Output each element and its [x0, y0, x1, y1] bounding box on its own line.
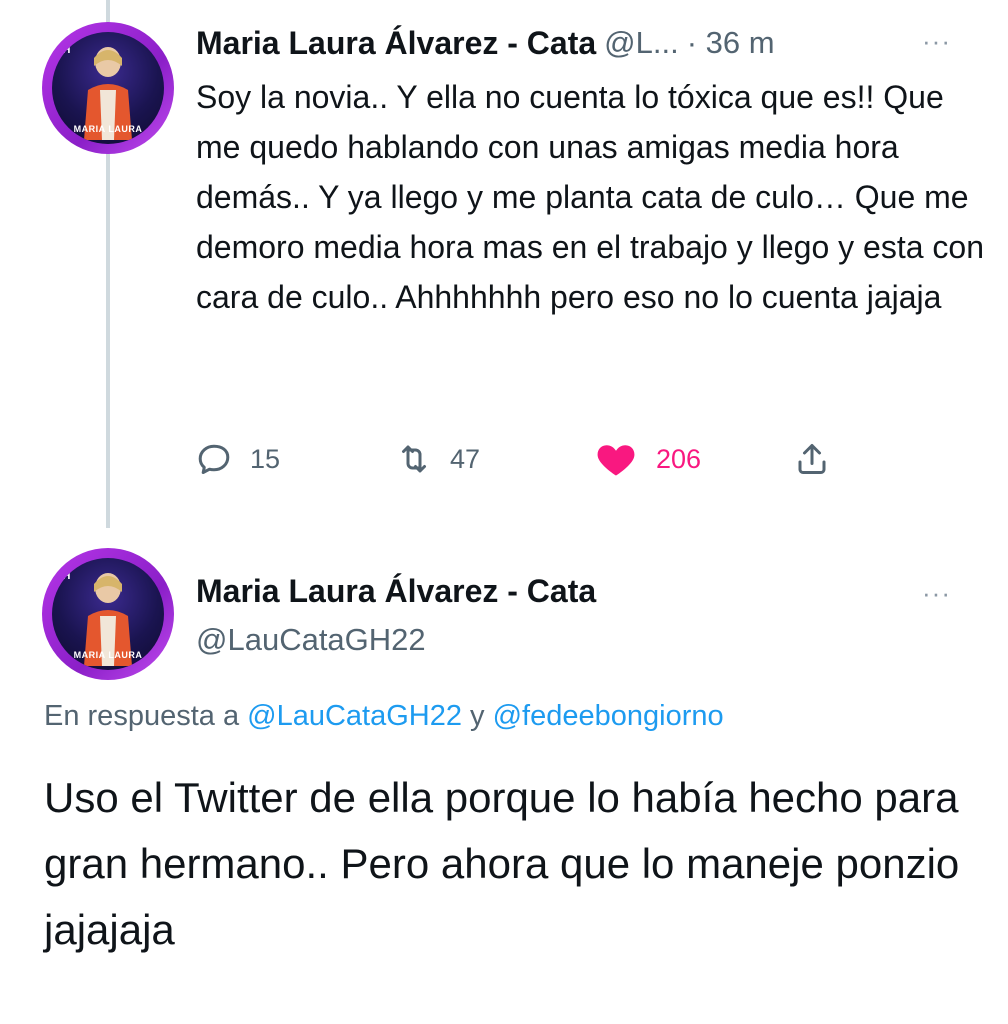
- reply-prefix: En respuesta a: [44, 700, 240, 732]
- retweet-count: 47: [450, 443, 481, 474]
- tweet-text: Uso el Twitter de ella porque lo había h…: [44, 774, 960, 953]
- handle[interactable]: @LauCataGH22: [196, 622, 426, 658]
- more-options-icon[interactable]: ···: [922, 28, 951, 54]
- reply-joiner: y: [470, 700, 485, 732]
- like-count: 206: [656, 443, 702, 474]
- avatar-caption: MARIA LAURA: [73, 124, 143, 134]
- share-icon: [798, 444, 826, 474]
- tweet-1-header: Maria Laura Álvarez - Cata @L... · 36 m: [196, 22, 775, 64]
- avatar-photo: GH MARIA LAURA: [52, 558, 164, 670]
- avatar[interactable]: GH MARIA LAURA: [42, 22, 174, 154]
- retweet-icon: [402, 445, 426, 473]
- avatar-photo: GH MARIA LAURA: [52, 32, 164, 144]
- reply-mention-link[interactable]: @fedeebongiorno: [493, 700, 724, 732]
- share-button[interactable]: [794, 435, 830, 483]
- avatar[interactable]: GH MARIA LAURA: [42, 548, 174, 680]
- avatar-caption: MARIA LAURA: [73, 650, 143, 660]
- retweet-button[interactable]: 47: [396, 435, 480, 483]
- timestamp[interactable]: · 36 m: [687, 25, 775, 61]
- reply-button[interactable]: 15: [196, 435, 280, 483]
- handle[interactable]: @L...: [604, 25, 679, 61]
- reply-icon: [198, 444, 230, 474]
- tweet-text: Soy la novia.. Y ella no cuenta lo tóxic…: [196, 79, 984, 315]
- display-name[interactable]: Maria Laura Álvarez - Cata: [196, 25, 596, 62]
- heart-icon: [597, 445, 635, 476]
- reply-mention-link[interactable]: @LauCataGH22: [247, 700, 462, 732]
- tweet-actions: 15 47 206: [196, 435, 856, 483]
- display-name[interactable]: Maria Laura Álvarez - Cata: [196, 573, 596, 610]
- like-button[interactable]: 206: [594, 435, 701, 483]
- avatar-badge: GH: [54, 570, 71, 582]
- avatar-badge: GH: [54, 44, 71, 56]
- reply-count: 15: [250, 443, 281, 474]
- reply-context: En respuesta a @LauCataGH22 y @fedeebong…: [44, 700, 724, 733]
- more-options-icon[interactable]: ···: [922, 580, 951, 606]
